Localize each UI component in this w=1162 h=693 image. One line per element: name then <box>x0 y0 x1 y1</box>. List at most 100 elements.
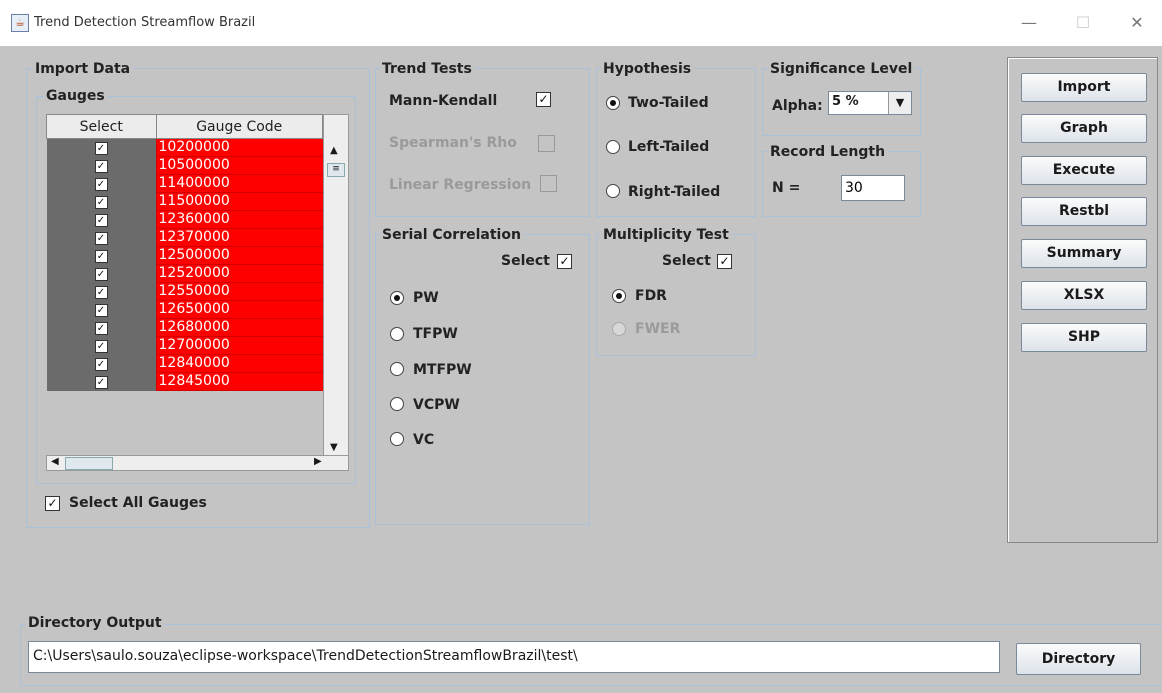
mtfpw-radio[interactable] <box>390 362 404 376</box>
row-select-checkbox[interactable]: ✓ <box>94 376 108 389</box>
table-row[interactable]: ✓ 12680000 <box>46 318 323 337</box>
scroll-left-arrow-icon[interactable]: ◀ <box>51 456 59 467</box>
gauge-code-cell[interactable]: 10200000 <box>155 138 323 157</box>
select-cell[interactable]: ✓ <box>46 174 156 193</box>
select-cell[interactable]: ✓ <box>46 300 156 319</box>
gauge-code-column-header[interactable]: Gauge Code <box>155 114 323 139</box>
significance-level-title: Significance Level <box>768 61 916 77</box>
gauge-code-cell[interactable]: 12680000 <box>155 318 323 337</box>
tfpw-radio[interactable] <box>390 327 404 341</box>
gauge-code-cell[interactable]: 12845000 <box>155 372 323 391</box>
gauge-code-cell[interactable]: 12520000 <box>155 264 323 283</box>
close-button[interactable]: ✕ <box>1114 6 1160 40</box>
mtfpw-label: MTFPW <box>413 362 472 378</box>
pw-radio[interactable] <box>390 291 404 305</box>
table-row[interactable]: ✓ 12550000 <box>46 282 323 301</box>
vcpw-radio[interactable] <box>390 397 404 411</box>
table-vertical-scrollbar[interactable]: ▲ ≡ ▼ <box>323 114 349 456</box>
import-button[interactable]: Import <box>1021 73 1147 102</box>
left-tailed-radio[interactable] <box>606 140 620 154</box>
summary-button[interactable]: Summary <box>1021 239 1147 268</box>
select-cell[interactable]: ✓ <box>46 192 156 211</box>
select-cell[interactable]: ✓ <box>46 264 156 283</box>
row-select-checkbox[interactable]: ✓ <box>94 142 108 156</box>
row-select-checkbox[interactable]: ✓ <box>94 358 108 371</box>
row-select-checkbox[interactable]: ✓ <box>94 214 108 227</box>
shp-button[interactable]: SHP <box>1021 323 1147 352</box>
gauge-code-cell[interactable]: 12500000 <box>155 246 323 265</box>
gauge-code-cell[interactable]: 12840000 <box>155 354 323 373</box>
table-row[interactable]: ✓ 12360000 <box>46 210 323 229</box>
table-row[interactable]: ✓ 12700000 <box>46 336 323 355</box>
fwer-radio[interactable] <box>612 322 626 336</box>
gauge-code-cell[interactable]: 11500000 <box>155 192 323 211</box>
row-select-checkbox[interactable]: ✓ <box>94 232 108 245</box>
gauge-code-cell[interactable]: 12650000 <box>155 300 323 319</box>
row-select-checkbox[interactable]: ✓ <box>94 196 108 209</box>
select-cell[interactable]: ✓ <box>46 138 156 157</box>
gauge-code-cell[interactable]: 12360000 <box>155 210 323 229</box>
linear-regression-checkbox[interactable] <box>540 175 557 192</box>
gauge-code-cell[interactable]: 12700000 <box>155 336 323 355</box>
select-cell[interactable]: ✓ <box>46 246 156 265</box>
multiplicity-select-checkbox[interactable]: ✓ <box>717 254 732 269</box>
scroll-up-arrow-icon[interactable]: ▲ <box>330 145 338 156</box>
gauge-code-cell[interactable]: 10500000 <box>155 156 323 175</box>
table-row[interactable]: ✓ 12520000 <box>46 264 323 283</box>
select-cell[interactable]: ✓ <box>46 354 156 373</box>
right-tailed-radio[interactable] <box>606 184 620 198</box>
maximize-button[interactable]: ☐ <box>1060 6 1106 40</box>
row-select-checkbox[interactable]: ✓ <box>94 250 108 263</box>
table-row[interactable]: ✓ 12840000 <box>46 354 323 373</box>
select-cell[interactable]: ✓ <box>46 228 156 247</box>
gauges-table: Select Gauge Code ✓ 10200000 ✓ 10500000 ✓ 114… <box>46 114 323 391</box>
minimize-button[interactable]: — <box>1006 6 1052 40</box>
table-row[interactable]: ✓ 10200000 <box>46 138 323 157</box>
select-cell[interactable]: ✓ <box>46 336 156 355</box>
scroll-down-arrow-icon[interactable]: ▼ <box>330 442 338 453</box>
table-row[interactable]: ✓ 11400000 <box>46 174 323 193</box>
select-cell[interactable]: ✓ <box>46 210 156 229</box>
table-horizontal-scrollbar[interactable]: ◀ ▶ <box>46 455 349 471</box>
row-select-checkbox[interactable]: ✓ <box>94 322 108 335</box>
row-select-checkbox[interactable]: ✓ <box>94 160 108 173</box>
fdr-radio[interactable] <box>612 289 626 303</box>
alpha-select[interactable]: 5 % ▼ <box>828 91 912 115</box>
scroll-right-arrow-icon[interactable]: ▶ <box>314 456 322 467</box>
row-select-checkbox[interactable]: ✓ <box>94 286 108 299</box>
xlsx-button[interactable]: XLSX <box>1021 281 1147 310</box>
table-row[interactable]: ✓ 12650000 <box>46 300 323 319</box>
select-column-header[interactable]: Select <box>46 114 157 139</box>
row-select-checkbox[interactable]: ✓ <box>94 340 108 353</box>
select-all-gauges-checkbox[interactable]: ✓ <box>45 496 60 511</box>
table-row[interactable]: ✓ 12500000 <box>46 246 323 265</box>
gauge-code-cell[interactable]: 11400000 <box>155 174 323 193</box>
record-length-input[interactable] <box>841 175 905 201</box>
chevron-down-icon[interactable]: ▼ <box>888 92 911 114</box>
select-cell[interactable]: ✓ <box>46 318 156 337</box>
gauge-code-cell[interactable]: 12370000 <box>155 228 323 247</box>
restbl-button[interactable]: Restbl <box>1021 197 1147 226</box>
table-row[interactable]: ✓ 12845000 <box>46 372 323 391</box>
directory-path-input[interactable]: C:\Users\saulo.souza\eclipse-workspace\T… <box>28 641 1000 673</box>
serial-select-checkbox[interactable]: ✓ <box>557 254 572 269</box>
horizontal-scroll-thumb[interactable] <box>65 457 113 470</box>
row-select-checkbox[interactable]: ✓ <box>94 304 108 317</box>
table-row[interactable]: ✓ 11500000 <box>46 192 323 211</box>
vc-radio[interactable] <box>390 432 404 446</box>
scroll-thumb[interactable]: ≡ <box>327 163 345 177</box>
row-select-checkbox[interactable]: ✓ <box>94 268 108 281</box>
select-cell[interactable]: ✓ <box>46 372 156 391</box>
table-row[interactable]: ✓ 12370000 <box>46 228 323 247</box>
spearman-rho-checkbox[interactable] <box>538 135 555 152</box>
mann-kendall-checkbox[interactable]: ✓ <box>536 92 551 107</box>
table-row[interactable]: ✓ 10500000 <box>46 156 323 175</box>
select-cell[interactable]: ✓ <box>46 156 156 175</box>
gauge-code-cell[interactable]: 12550000 <box>155 282 323 301</box>
two-tailed-radio[interactable] <box>606 96 620 110</box>
graph-button[interactable]: Graph <box>1021 114 1147 143</box>
directory-button[interactable]: Directory <box>1016 643 1141 675</box>
row-select-checkbox[interactable]: ✓ <box>94 178 108 191</box>
execute-button[interactable]: Execute <box>1021 156 1147 185</box>
select-cell[interactable]: ✓ <box>46 282 156 301</box>
